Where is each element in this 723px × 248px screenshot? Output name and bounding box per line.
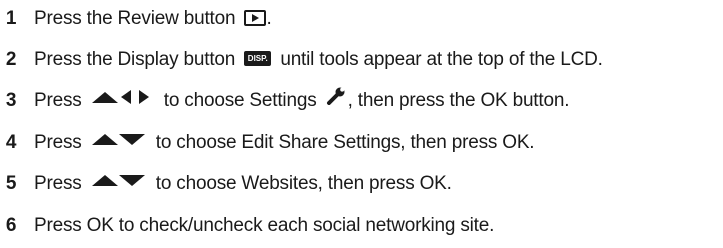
- instruction-steps: 1 Press the Review button . 2 Press the Di…: [0, 0, 723, 248]
- step-text: Press the Display button: [34, 49, 236, 70]
- step-end-text: to choose Websites, then press OK.: [155, 173, 452, 195]
- step-text: to choose Settings: [163, 90, 317, 112]
- step-5: 5 Press to choose Websites, then press OK…: [0, 169, 452, 199]
- arrow-keys-icon: [91, 127, 147, 157]
- arrow-keys-icon: [91, 168, 147, 198]
- step-number: 4: [5, 132, 17, 154]
- step-1: 1 Press the Review button .: [0, 4, 272, 34]
- wrench-icon: [326, 85, 346, 115]
- review-play-icon: [244, 9, 267, 26]
- up-arrow-icon: [91, 92, 118, 103]
- step-end-text: , then press the OK button.: [347, 90, 570, 112]
- step-6: 6 Press OK to check/uncheck each social n…: [0, 211, 495, 241]
- right-arrow-icon: [138, 90, 149, 104]
- step-end-text: .: [266, 8, 272, 29]
- step-text: Press OK to check/uncheck each social ne…: [34, 215, 495, 236]
- step-number: 3: [5, 90, 17, 112]
- display-button-icon: DISP.: [244, 51, 272, 67]
- left-arrow-icon: [120, 90, 131, 104]
- step-end-text: until tools appear at the top of the LCD…: [280, 49, 603, 70]
- step-number: 2: [5, 49, 17, 70]
- step-text: Press: [34, 90, 82, 112]
- step-number: 5: [5, 173, 17, 195]
- step-2: 2 Press the Display button DISP. until to…: [0, 45, 603, 75]
- step-text: Press: [34, 132, 82, 154]
- step-text: Press: [34, 173, 82, 195]
- step-end-text: to choose Edit Share Settings, then pres…: [155, 132, 535, 154]
- step-text: Press the Review button: [34, 8, 236, 29]
- step-number: 6: [5, 215, 17, 236]
- step-4: 4 Press to choose Edit Share Settings, th…: [0, 127, 535, 158]
- step-3: 3 Press to choose Settings , then press t…: [0, 86, 569, 116]
- step-number: 1: [5, 8, 17, 29]
- down-arrow-icon: [118, 175, 145, 186]
- up-arrow-icon: [91, 175, 118, 186]
- arrow-keys-icon: [91, 85, 155, 115]
- down-arrow-icon: [118, 134, 145, 145]
- up-arrow-icon: [91, 134, 118, 145]
